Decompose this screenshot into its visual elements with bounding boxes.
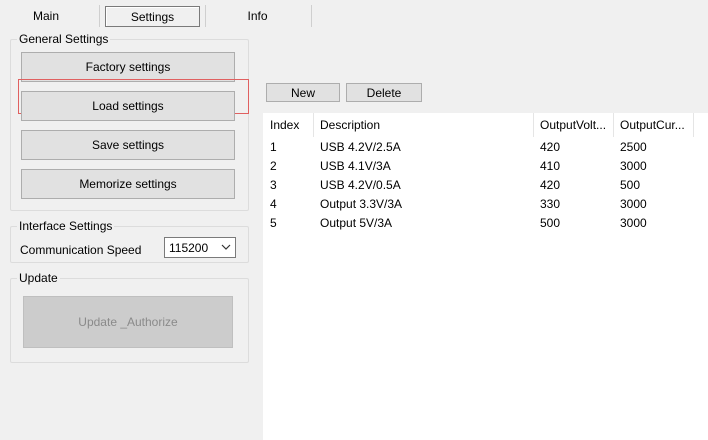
update-title: Update [17,271,60,285]
column-header-description[interactable]: Description [313,113,533,137]
tab-settings[interactable]: Settings [105,6,200,27]
interface-settings-title: Interface Settings [17,219,115,233]
load-settings-label: Load settings [92,99,164,113]
tab-separator [311,5,312,27]
update-authorize-label: Update _Authorize [78,315,178,329]
column-separator[interactable] [693,113,694,137]
table-cell[interactable]: Output 3.3V/3A [313,194,402,213]
table-cell[interactable]: 3 [263,175,277,194]
tab-info-label: Info [247,9,268,23]
column-header-label: Description [320,118,381,132]
table-cell[interactable]: 3000 [613,213,647,232]
tab-separator [99,5,100,27]
memorize-settings-label: Memorize settings [79,177,177,191]
tab-main[interactable]: Main [12,4,80,28]
table-cell[interactable]: 2500 [613,137,647,156]
load-settings-button[interactable]: Load settings [21,91,235,121]
factory-settings-label: Factory settings [85,60,171,74]
column-header-label: Index [270,118,300,132]
column-header-label: OutputCur... [620,118,685,132]
table-cell[interactable]: 410 [533,156,560,175]
tab-info[interactable]: Info [215,4,300,28]
tab-main-label: Main [32,9,59,23]
factory-settings-button[interactable]: Factory settings [21,52,235,82]
table-cell[interactable]: 2 [263,156,277,175]
column-header-index[interactable]: Index [263,113,313,137]
general-settings-group: General Settings Factory settings Load s… [10,32,249,211]
new-button[interactable]: New [266,83,340,102]
memorize-settings-button[interactable]: Memorize settings [21,169,235,199]
delete-button[interactable]: Delete [346,83,422,102]
table-cell[interactable]: 500 [533,213,560,232]
tab-bar: Main Settings Info [0,0,708,28]
tab-separator [205,5,206,27]
table-cell[interactable]: USB 4.2V/0.5A [313,175,401,194]
table-cell[interactable]: 1 [263,137,277,156]
column-header-output-current[interactable]: OutputCur... [613,113,693,137]
tab-settings-label: Settings [130,9,175,24]
settings-table: Index Description OutputVolt... OutputCu… [263,113,708,440]
table-cell[interactable]: 3000 [613,156,647,175]
table-cell[interactable]: 3000 [613,194,647,213]
communication-speed-label: Communication Speed [20,243,142,257]
table-cell[interactable]: 500 [613,175,640,194]
column-header-label: OutputVolt... [540,118,607,132]
update-authorize-button[interactable]: Update _Authorize [23,296,233,348]
table-cell[interactable]: 420 [533,175,560,194]
communication-speed-select[interactable]: 115200 [164,237,236,258]
table-cell[interactable]: 420 [533,137,560,156]
table-cell[interactable]: USB 4.2V/2.5A [313,137,401,156]
table-cell[interactable]: Output 5V/3A [313,213,392,232]
save-settings-label: Save settings [91,138,165,152]
general-settings-title: General Settings [17,32,111,46]
new-button-label: New [290,85,315,100]
column-header-output-voltage[interactable]: OutputVolt... [533,113,613,137]
table-cell[interactable]: USB 4.1V/3A [313,156,391,175]
table-cell[interactable]: 5 [263,213,277,232]
chevron-down-icon [221,244,231,250]
save-settings-button[interactable]: Save settings [21,130,235,160]
update-group: Update Update _Authorize [10,271,249,363]
communication-speed-value: 115200 [169,240,209,255]
interface-settings-group: Interface Settings Communication Speed 1… [10,219,249,263]
table-cell[interactable]: 330 [533,194,560,213]
table-cell[interactable]: 4 [263,194,277,213]
delete-button-label: Delete [366,85,402,100]
